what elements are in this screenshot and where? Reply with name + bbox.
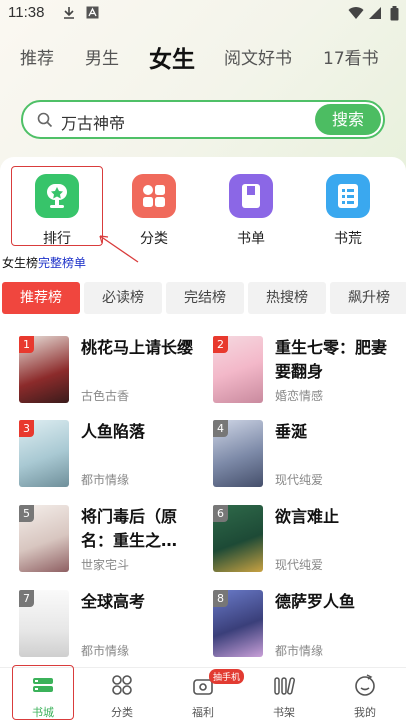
rank-number: 6: [213, 505, 228, 522]
rank-number: 8: [213, 590, 228, 607]
rank-number: 3: [19, 420, 34, 437]
search-bar[interactable]: 万古神帝 搜索: [21, 100, 385, 139]
channel-tab-yuewen[interactable]: 阅文好书: [224, 44, 292, 76]
book-genre: 世家宅斗: [81, 558, 130, 572]
search-icon: [37, 112, 53, 128]
book-title: 桃花马上请长缨: [81, 338, 194, 357]
book-item[interactable]: 1 桃花马上请长缨 古色古香: [19, 336, 209, 408]
book-title: 垂涎: [275, 422, 308, 441]
profile-icon: [355, 674, 375, 696]
category-label: 书荒: [334, 231, 362, 247]
rank-tab-rising[interactable]: 飙升榜: [330, 282, 406, 314]
book-item[interactable]: 2 重生七零：肥妻要翻身 婚恋情感: [213, 336, 403, 408]
rank-tab-completed[interactable]: 完结榜: [166, 282, 244, 314]
rank-number: 7: [19, 590, 34, 607]
book-title: 重生七零：肥妻要翻身: [275, 338, 388, 381]
nav-bookshelf[interactable]: 书架: [254, 672, 314, 720]
nav-label: 书架: [273, 706, 295, 719]
status-bar: 11:38: [0, 0, 406, 28]
rank-tabs: 推荐榜 必读榜 完结榜 热搜榜 飙升榜: [0, 282, 406, 314]
channel-tab-female[interactable]: 女生: [149, 40, 195, 73]
nav-badge: 抽手机: [209, 669, 245, 684]
rank-number: 2: [213, 336, 228, 353]
rank-tab-must-read[interactable]: 必读榜: [84, 282, 162, 314]
search-button[interactable]: 搜索: [315, 104, 381, 135]
book-item[interactable]: 4 垂涎 现代纯爱: [213, 420, 403, 492]
book-title: 将门毒后（原名：重生之…: [81, 507, 178, 550]
status-time: 11:38: [8, 4, 45, 21]
search-input[interactable]: 万古神帝: [61, 110, 125, 134]
category-booklist[interactable]: 书单: [216, 174, 286, 247]
full-list-link[interactable]: 完整榜单: [38, 256, 86, 270]
nav-label: 我的: [354, 706, 376, 719]
rank-number: 1: [19, 336, 34, 353]
battery-icon: [390, 6, 399, 21]
book-item[interactable]: 7 全球高考 都市情缘: [19, 590, 209, 662]
wifi-icon: [348, 7, 364, 20]
book-genre: 婚恋情感: [275, 389, 324, 403]
book-genre: 都市情缘: [275, 644, 324, 658]
book-item[interactable]: 5 将门毒后（原名：重生之… 世家宅斗: [19, 505, 209, 577]
category-shortage[interactable]: 书荒: [313, 174, 383, 247]
book-genre: 都市情缘: [81, 473, 130, 487]
download-icon: [64, 7, 74, 19]
annotation-note: 女生榜完整榜单: [2, 254, 86, 271]
category-icon: [112, 675, 132, 695]
rank-tab-hot-search[interactable]: 热搜榜: [248, 282, 326, 314]
font-a-icon: [86, 6, 99, 19]
book-genre: 都市情缘: [81, 644, 130, 658]
book-genre: 现代纯爱: [275, 558, 324, 572]
note-prefix: 女生榜: [2, 256, 39, 270]
signal-icon: [369, 7, 381, 19]
book-title: 德萨罗人鱼: [275, 592, 356, 611]
book-item[interactable]: 8 德萨罗人鱼 都市情缘: [213, 590, 403, 662]
nav-label: 分类: [111, 706, 133, 719]
category-label: 书单: [237, 231, 265, 247]
channel-tab-male[interactable]: 男生: [85, 44, 119, 76]
highlight-box-bookstore: [12, 665, 74, 720]
channel-tab-recommend[interactable]: 推荐: [20, 44, 54, 76]
nav-profile[interactable]: 我的: [335, 672, 395, 720]
channel-tab-17kan[interactable]: 17看书: [323, 44, 379, 76]
book-title: 全球高考: [81, 592, 146, 611]
rank-number: 4: [213, 420, 228, 437]
book-title: 欲言难止: [275, 507, 340, 526]
nav-category[interactable]: 分类: [92, 672, 152, 720]
book-icon: [229, 174, 273, 218]
highlight-box-ranking: [11, 166, 103, 246]
rank-tab-recommend[interactable]: 推荐榜: [2, 282, 80, 314]
annotation-arrow: [99, 235, 139, 263]
book-item[interactable]: 6 欲言难止 现代纯爱: [213, 505, 403, 577]
grid-icon: [132, 174, 176, 218]
list-icon: [326, 174, 370, 218]
book-title: 人鱼陷落: [81, 422, 146, 441]
book-item[interactable]: 3 人鱼陷落 都市情缘: [19, 420, 209, 492]
rank-number: 5: [19, 505, 34, 522]
book-genre: 现代纯爱: [275, 473, 324, 487]
book-genre: 古色古香: [81, 389, 130, 403]
nav-label: 福利: [192, 706, 214, 719]
bookshelf-icon: [274, 677, 295, 695]
